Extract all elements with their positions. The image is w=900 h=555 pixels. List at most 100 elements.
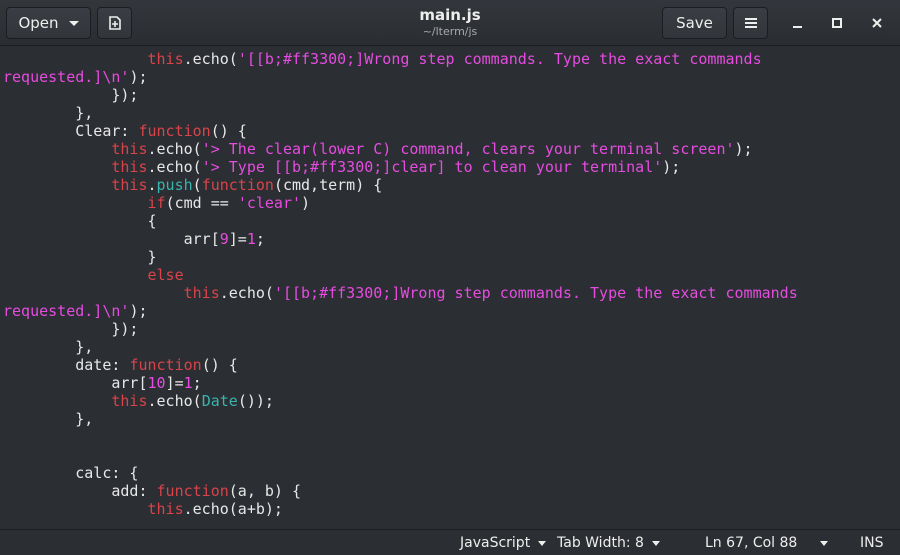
code-token: .echo( <box>183 50 238 68</box>
code-token: (cmd,term) { <box>273 176 383 194</box>
code-token: .echo(a+b); <box>183 500 283 518</box>
code-token: ); <box>734 140 753 158</box>
code-line: this.push(function(cmd,term) { <box>3 176 798 194</box>
code-line: }); <box>3 320 798 338</box>
code-line: }, <box>3 338 798 356</box>
minimize-icon <box>792 26 802 28</box>
code-line: requested.]\n'); <box>3 302 798 320</box>
code-token: }); <box>3 320 139 338</box>
code-line: this.echo('> Type [[b;#ff3300;]clear] to… <box>3 158 798 176</box>
menu-button[interactable] <box>733 7 768 39</box>
code-token: 10 <box>147 374 166 392</box>
code-token: Clear: <box>3 122 139 140</box>
cursor-position[interactable]: Ln 67, Col 88 <box>705 533 797 553</box>
cursor-position-label: Ln 67, Col 88 <box>705 535 798 551</box>
code-token: }, <box>3 338 94 356</box>
code-line: arr[9]=1; <box>3 230 798 248</box>
code-token: arr[ <box>3 374 148 392</box>
code-token: this <box>111 392 148 410</box>
code-token: function <box>156 482 229 500</box>
code-token: }, <box>3 410 94 428</box>
code-line: this.echo(Date()); <box>3 392 798 410</box>
code-token: 9 <box>219 230 229 248</box>
code-token: .echo( <box>219 284 274 302</box>
hamburger-menu-icon <box>744 18 757 28</box>
code-line: if(cmd == 'clear') <box>3 194 798 212</box>
language-label: JavaScript <box>460 535 531 551</box>
chevron-down-icon <box>820 540 828 546</box>
code-line: }, <box>3 410 798 428</box>
code-token: push <box>156 176 193 194</box>
code-line: this.echo('[[b;#ff3300;]Wrong step comma… <box>3 284 798 302</box>
code-token: }, <box>3 104 94 122</box>
code-token: this <box>111 158 148 176</box>
tab-width-selector[interactable]: Tab Width: 8 <box>557 533 660 553</box>
code-token: calc: { <box>3 464 139 482</box>
language-selector[interactable]: JavaScript <box>460 533 547 553</box>
code-token: arr[ <box>3 230 220 248</box>
code-line: Clear: function() { <box>3 122 798 140</box>
code-token: '> The clear(lower C) command, clears yo… <box>201 140 735 158</box>
code-token: function <box>201 176 274 194</box>
code-token: } <box>3 248 157 266</box>
code-token: ); <box>129 302 148 320</box>
code-line: this.echo('> The clear(lower C) command,… <box>3 140 798 158</box>
chevron-down-icon <box>68 20 79 26</box>
new-document-icon <box>108 16 121 30</box>
code-token: ; <box>255 230 265 248</box>
position-dropdown[interactable] <box>820 533 828 553</box>
code-token: ) <box>301 194 311 212</box>
code-line: }); <box>3 86 798 104</box>
code-token: ); <box>129 68 148 86</box>
document-title: main.js <box>419 6 481 24</box>
code-token: .echo( <box>147 392 202 410</box>
header-bar: Open main.js ~/lterm/js Save <box>0 0 900 46</box>
open-button[interactable]: Open <box>6 7 91 39</box>
code-token: (cmd == <box>165 194 238 212</box>
status-bar: JavaScript Tab Width: 8 Ln 67, Col 88 IN… <box>0 529 900 555</box>
code-token: }); <box>3 86 139 104</box>
code-line: calc: { <box>3 464 798 482</box>
tab-width-label: Tab Width: 8 <box>557 535 644 551</box>
code-text[interactable]: else this.echo('[[b;#ff3300;]Wrong step … <box>3 46 798 518</box>
maximize-button[interactable] <box>824 10 850 36</box>
close-icon <box>872 18 882 28</box>
code-token: else <box>147 266 184 284</box>
maximize-icon <box>832 18 842 28</box>
code-token: '[[b;#ff3300;]Wrong step commands. Type … <box>273 284 798 302</box>
window-title: main.js ~/lterm/js <box>300 5 600 39</box>
code-token: ]= <box>165 374 184 392</box>
code-token: '[[b;#ff3300;]Wrong step commands. Type … <box>237 50 762 68</box>
chevron-down-icon <box>538 540 547 546</box>
code-token: requested.]\n' <box>3 68 130 86</box>
code-token: this <box>183 284 220 302</box>
code-line: add: function(a, b) { <box>3 482 798 500</box>
code-token: 'clear' <box>237 194 302 212</box>
code-token: function <box>138 122 211 140</box>
code-editor[interactable]: else this.echo('[[b;#ff3300;]Wrong step … <box>0 46 900 529</box>
new-document-button[interactable] <box>97 7 132 39</box>
insert-mode-indicator[interactable]: INS <box>860 533 884 553</box>
code-token: ); <box>662 158 681 176</box>
code-token: ]= <box>228 230 247 248</box>
save-button[interactable]: Save <box>662 7 727 39</box>
code-line: requested.]\n'); <box>3 68 798 86</box>
code-line: }, <box>3 104 798 122</box>
chevron-down-icon <box>651 540 660 546</box>
code-token: 1 <box>246 230 256 248</box>
code-token: this <box>111 176 148 194</box>
minimize-button[interactable] <box>784 10 810 36</box>
code-line: date: function() { <box>3 356 798 374</box>
code-token: ( <box>192 176 202 194</box>
close-button[interactable] <box>864 10 890 36</box>
